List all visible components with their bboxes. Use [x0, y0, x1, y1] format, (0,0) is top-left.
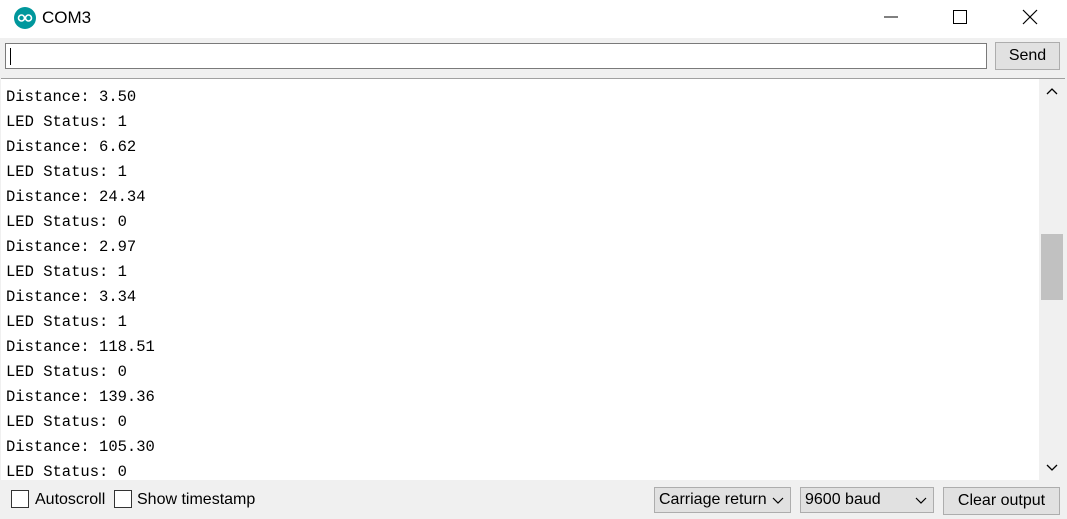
output-line: Distance: 139.36 [6, 388, 155, 406]
output-line: Distance: 24.34 [6, 188, 146, 206]
output-line: Distance: 3.50 [6, 88, 137, 106]
serial-input[interactable] [6, 44, 986, 68]
baud-rate-value: 9600 baud [805, 491, 881, 508]
scroll-up-button[interactable] [1039, 79, 1065, 103]
scrollbar-thumb[interactable] [1041, 234, 1063, 300]
serial-output: Distance: 3.50 LED Status: 1 Distance: 6… [1, 78, 1065, 481]
scroll-down-button[interactable] [1039, 456, 1065, 480]
output-line: Distance: 3.34 [6, 288, 137, 306]
serial-input-field[interactable] [5, 43, 987, 69]
autoscroll-checkbox[interactable] [11, 490, 29, 508]
output-line: LED Status: 0 [6, 413, 127, 431]
status-bar: Autoscroll Show timestamp Carriage retur… [0, 481, 1067, 519]
output-line: Distance: 6.62 [6, 138, 137, 156]
autoscroll-label: Autoscroll [35, 491, 106, 508]
chevron-down-icon [1046, 464, 1058, 471]
title-bar: COM3 [0, 0, 1067, 38]
vertical-scrollbar[interactable] [1039, 79, 1065, 480]
close-button[interactable] [1007, 0, 1053, 34]
send-button[interactable]: Send [995, 42, 1060, 70]
output-lines: Distance: 3.50 LED Status: 1 Distance: 6… [6, 85, 155, 485]
output-line: LED Status: 0 [6, 363, 127, 381]
show-timestamp-checkbox[interactable] [114, 490, 132, 508]
output-line: LED Status: 1 [6, 313, 127, 331]
minimize-button[interactable] [868, 0, 914, 34]
minimize-icon [884, 16, 898, 18]
line-ending-select[interactable]: Carriage return [654, 487, 791, 513]
text-caret [10, 48, 11, 65]
output-line: Distance: 105.30 [6, 438, 155, 456]
baud-rate-select[interactable]: 9600 baud [800, 487, 934, 513]
output-line: Distance: 2.97 [6, 238, 137, 256]
output-line: Distance: 118.51 [6, 338, 155, 356]
maximize-icon [953, 10, 967, 24]
output-line: LED Status: 1 [6, 113, 127, 131]
clear-output-button[interactable]: Clear output [943, 487, 1060, 515]
close-icon [1022, 9, 1038, 25]
line-ending-value: Carriage return [659, 491, 767, 508]
window-title: COM3 [42, 8, 92, 27]
chevron-down-icon [915, 497, 927, 504]
output-line: LED Status: 1 [6, 263, 127, 281]
send-bar: Send [0, 38, 1067, 76]
output-line: LED Status: 1 [6, 163, 127, 181]
output-line: LED Status: 0 [6, 213, 127, 231]
chevron-down-icon [772, 497, 784, 504]
show-timestamp-label: Show timestamp [137, 491, 256, 508]
chevron-up-icon [1046, 88, 1058, 95]
maximize-button[interactable] [937, 0, 983, 34]
arduino-logo-icon [14, 7, 36, 29]
